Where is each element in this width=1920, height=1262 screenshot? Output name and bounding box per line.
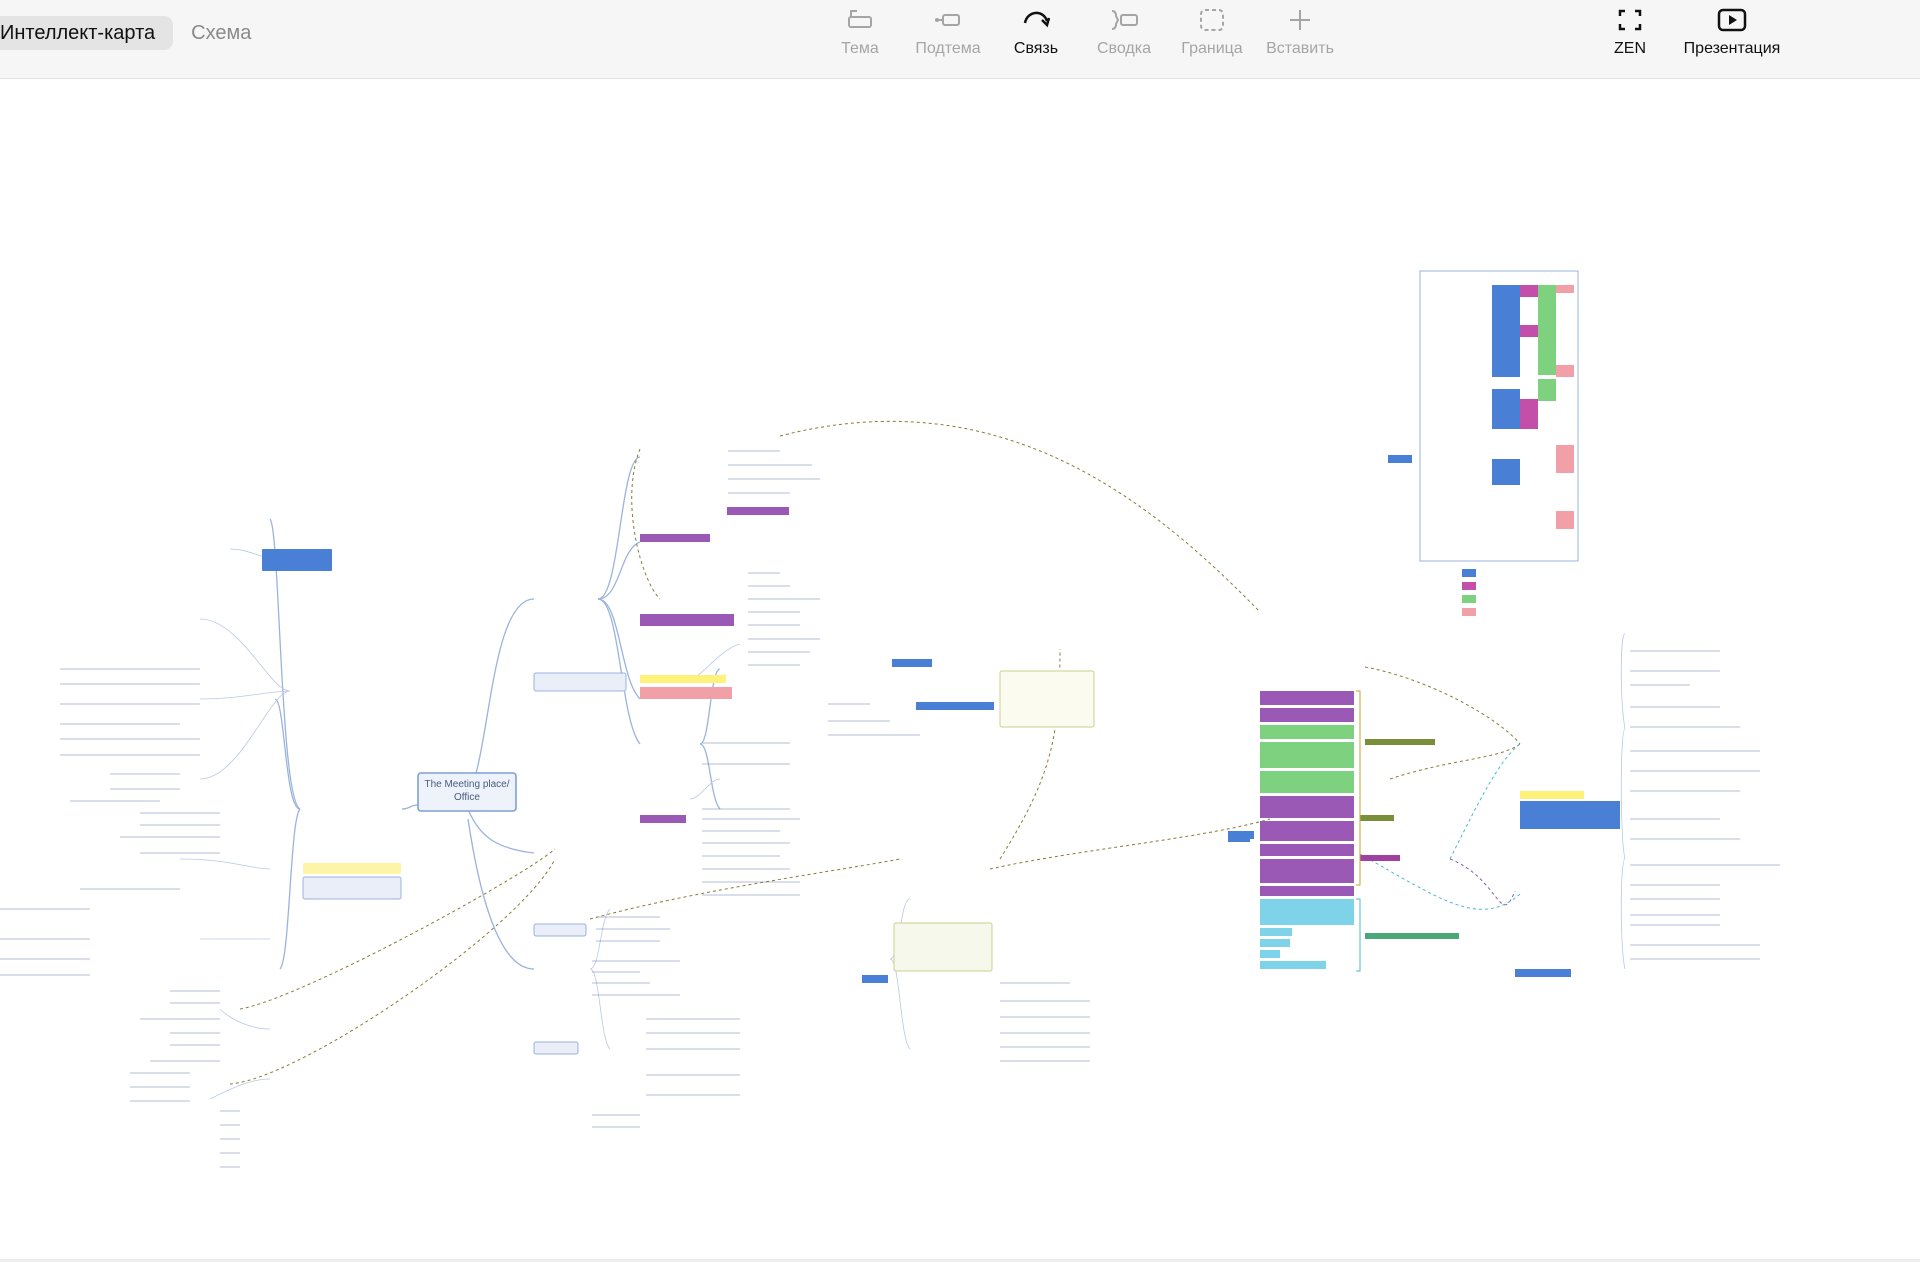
topic-label: Тема <box>841 40 879 57</box>
tab-diagram[interactable]: Схема <box>173 16 269 50</box>
sub-branch-lines <box>179 548 1626 1100</box>
presentation-play-icon <box>1716 6 1748 34</box>
mind-map-canvas[interactable]: The Meeting place/ Office <box>0 79 1920 1262</box>
summary-label: Сводка <box>1096 40 1151 57</box>
insert-button[interactable]: Вставить <box>1250 6 1350 64</box>
topic-icon <box>844 6 876 34</box>
zen-fullscreen-icon <box>1614 6 1646 34</box>
toolbar: Интеллект-карта Схема Тема Подтема Связь… <box>0 0 1920 79</box>
presentation-label: Презентация <box>1683 40 1781 57</box>
topic-button[interactable]: Тема <box>810 6 910 64</box>
main-branches[interactable] <box>302 672 627 1055</box>
relationship-icon <box>1020 6 1052 34</box>
boundary-icon <box>1196 6 1228 34</box>
relationship-button[interactable]: Связь <box>986 6 1086 64</box>
svg-text:Office: Office <box>454 792 480 803</box>
boundary-label: Граница <box>1181 40 1243 57</box>
boundary-button[interactable]: Граница <box>1162 6 1262 64</box>
view-mode-switcher: Интеллект-карта Схема <box>0 16 269 50</box>
summary-icon <box>1108 6 1140 34</box>
relationship-label: Связь <box>1013 40 1059 57</box>
zen-button[interactable]: ZEN <box>1580 6 1680 64</box>
right-topic-cluster[interactable] <box>1228 690 1459 972</box>
zen-label: ZEN <box>1614 40 1646 57</box>
insert-label: Вставить <box>1266 40 1334 57</box>
summary-button[interactable]: Сводка <box>1074 6 1174 64</box>
colored-topics[interactable] <box>262 455 1620 983</box>
mind-map-svg: The Meeting place/ Office <box>0 270 1780 1168</box>
channels-table <box>1419 270 1579 616</box>
subtopic-button[interactable]: Подтема <box>898 6 998 64</box>
subtopic-icon <box>932 6 964 34</box>
subtopic-label: Подтема <box>915 40 981 57</box>
root-topic[interactable]: The Meeting place/ Office <box>417 772 517 812</box>
root-topic-label: The Meeting place/ <box>424 779 509 790</box>
presentation-button[interactable]: Презентация <box>1682 6 1782 64</box>
tab-mind-map[interactable]: Интеллект-карта <box>0 16 174 50</box>
insert-plus-icon <box>1284 6 1316 34</box>
